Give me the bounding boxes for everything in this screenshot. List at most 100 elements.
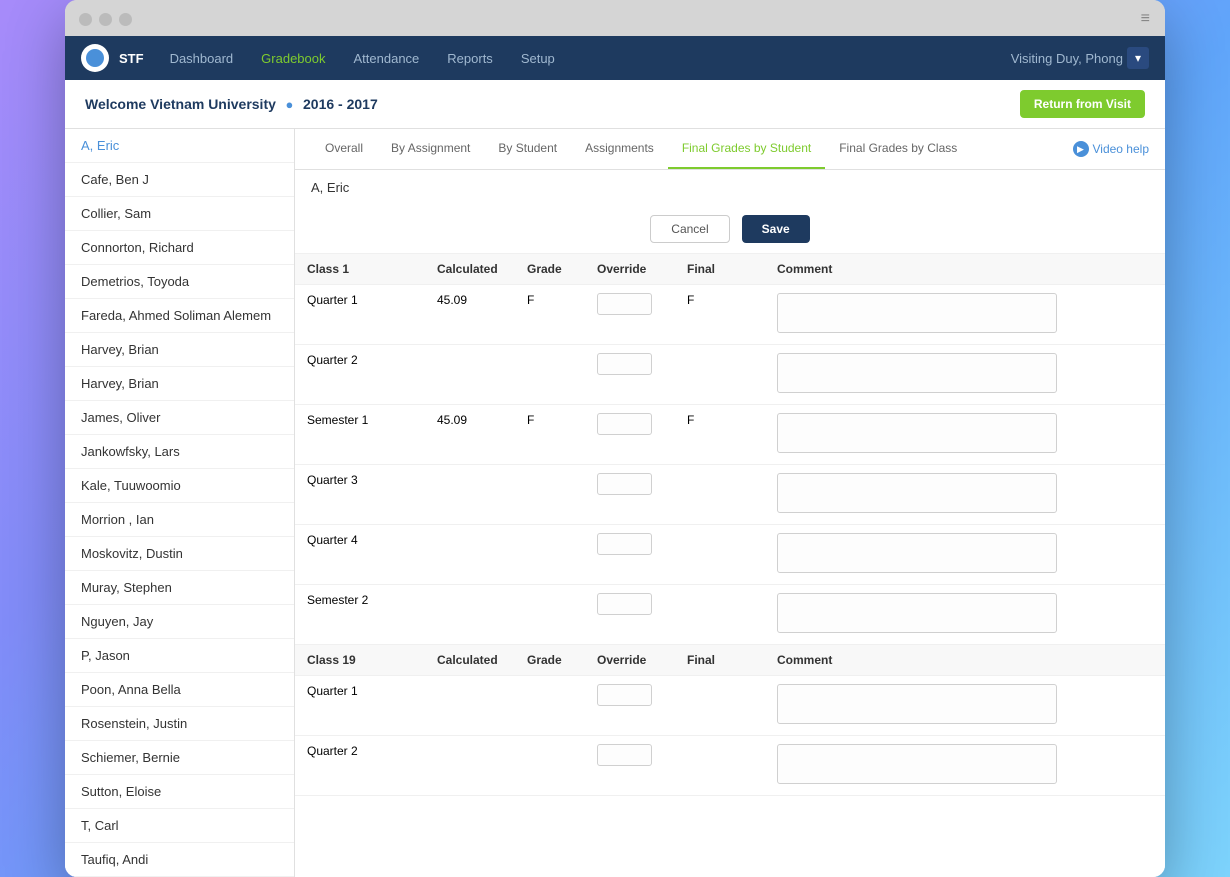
- browser-dots: [79, 13, 132, 26]
- class19-name: Class 19: [295, 645, 425, 676]
- student-item-14[interactable]: Nguyen, Jay: [65, 605, 294, 639]
- student-item-16[interactable]: Poon, Anna Bella: [65, 673, 294, 707]
- browser-dot-green: [119, 13, 132, 26]
- class19-final-q1: [675, 676, 765, 736]
- student-item-17[interactable]: Rosenstein, Justin: [65, 707, 294, 741]
- override-quarter2: [585, 345, 675, 405]
- video-help[interactable]: ▶ Video help: [1073, 141, 1150, 157]
- comment-input-sem1[interactable]: [777, 413, 1057, 453]
- class19-period-q1: Quarter 1: [295, 676, 425, 736]
- grades-table-wrapper: Class 1 Calculated Grade Override Final …: [295, 254, 1165, 877]
- nav-logo-cloud: [86, 49, 104, 67]
- class19-grade-q1: [515, 676, 585, 736]
- student-item-18[interactable]: Schiemer, Bernie: [65, 741, 294, 775]
- comment-quarter3: [765, 465, 1165, 525]
- nav-reports[interactable]: Reports: [435, 36, 505, 80]
- override-quarter1: [585, 285, 675, 345]
- period-quarter4: Quarter 4: [295, 525, 425, 585]
- table-row: Quarter 1 45.09 F F: [295, 285, 1165, 345]
- class19-comment-q1: [765, 676, 1165, 736]
- class19-comment-header: Comment: [765, 645, 1165, 676]
- nav-username: Visiting Duy, Phong: [1011, 51, 1123, 66]
- final-quarter3: [675, 465, 765, 525]
- class1-override-header: Override: [585, 254, 675, 285]
- student-item-10[interactable]: Kale, Tuuwoomio: [65, 469, 294, 503]
- main-content: A, Eric Cafe, Ben J Collier, Sam Connort…: [65, 129, 1165, 877]
- comment-input-quarter1[interactable]: [777, 293, 1057, 333]
- comment-quarter1: [765, 285, 1165, 345]
- student-item-20[interactable]: T, Carl: [65, 809, 294, 843]
- nav-attendance[interactable]: Attendance: [342, 36, 432, 80]
- final-sem1: F: [675, 405, 765, 465]
- nav-setup[interactable]: Setup: [509, 36, 567, 80]
- override-input-class19-q1[interactable]: [597, 684, 652, 706]
- student-item-13[interactable]: Muray, Stephen: [65, 571, 294, 605]
- return-visit-button[interactable]: Return from Visit: [1020, 90, 1145, 118]
- class19-calc-q1: [425, 676, 515, 736]
- cancel-button[interactable]: Cancel: [650, 215, 729, 243]
- override-quarter3: [585, 465, 675, 525]
- comment-quarter2: [765, 345, 1165, 405]
- student-item-12[interactable]: Moskovitz, Dustin: [65, 537, 294, 571]
- comment-input-quarter2[interactable]: [777, 353, 1057, 393]
- student-item-1[interactable]: Cafe, Ben J: [65, 163, 294, 197]
- period-sem1: Semester 1: [295, 405, 425, 465]
- nav-logo: [81, 44, 109, 72]
- comment-input-quarter3[interactable]: [777, 473, 1057, 513]
- grade-quarter1: F: [515, 285, 585, 345]
- table-row: Quarter 2: [295, 736, 1165, 796]
- final-quarter1: F: [675, 285, 765, 345]
- override-input-quarter2[interactable]: [597, 353, 652, 375]
- calc-sem2: [425, 585, 515, 645]
- override-input-quarter4[interactable]: [597, 533, 652, 555]
- nav-user-dropdown[interactable]: ▾: [1127, 47, 1149, 69]
- welcome-bar: Welcome Vietnam University ● 2016 - 2017…: [65, 80, 1165, 129]
- comment-input-class19-q1[interactable]: [777, 684, 1057, 724]
- table-row: Quarter 2: [295, 345, 1165, 405]
- student-item-8[interactable]: James, Oliver: [65, 401, 294, 435]
- comment-input-sem2[interactable]: [777, 593, 1057, 633]
- welcome-info: Welcome Vietnam University ● 2016 - 2017: [85, 96, 378, 112]
- student-item-15[interactable]: P, Jason: [65, 639, 294, 673]
- student-item-11[interactable]: Morrion , Ian: [65, 503, 294, 537]
- override-input-sem1[interactable]: [597, 413, 652, 435]
- student-item-3[interactable]: Connorton, Richard: [65, 231, 294, 265]
- nav-gradebook[interactable]: Gradebook: [249, 36, 337, 80]
- comment-input-class19-q2[interactable]: [777, 744, 1057, 784]
- override-input-class19-q2[interactable]: [597, 744, 652, 766]
- override-input-quarter1[interactable]: [597, 293, 652, 315]
- welcome-text: Welcome Vietnam University: [85, 96, 276, 112]
- override-input-sem2[interactable]: [597, 593, 652, 615]
- nav-dashboard[interactable]: Dashboard: [158, 36, 246, 80]
- comment-quarter4: [765, 525, 1165, 585]
- calc-quarter4: [425, 525, 515, 585]
- browser-dot-yellow: [99, 13, 112, 26]
- tab-by-student[interactable]: By Student: [484, 129, 571, 169]
- override-input-quarter3[interactable]: [597, 473, 652, 495]
- comment-input-quarter4[interactable]: [777, 533, 1057, 573]
- student-item-2[interactable]: Collier, Sam: [65, 197, 294, 231]
- class19-period-q2: Quarter 2: [295, 736, 425, 796]
- student-item-5[interactable]: Fareda, Ahmed Soliman Alemem: [65, 299, 294, 333]
- student-item-6[interactable]: Harvey, Brian: [65, 333, 294, 367]
- student-item-0[interactable]: A, Eric: [65, 129, 294, 163]
- save-button[interactable]: Save: [742, 215, 810, 243]
- tab-overall[interactable]: Overall: [311, 129, 377, 169]
- student-item-21[interactable]: Taufiq, Andi: [65, 843, 294, 877]
- tab-final-grades-student[interactable]: Final Grades by Student: [668, 129, 825, 169]
- student-item-9[interactable]: Jankowfsky, Lars: [65, 435, 294, 469]
- calc-quarter3: [425, 465, 515, 525]
- grade-quarter4: [515, 525, 585, 585]
- tab-assignments[interactable]: Assignments: [571, 129, 668, 169]
- grades-table: Class 1 Calculated Grade Override Final …: [295, 254, 1165, 796]
- student-item-19[interactable]: Sutton, Eloise: [65, 775, 294, 809]
- class19-override-q2: [585, 736, 675, 796]
- browser-menu-icon: ≡: [1141, 10, 1151, 28]
- student-item-4[interactable]: Demetrios, Toyoda: [65, 265, 294, 299]
- period-quarter2: Quarter 2: [295, 345, 425, 405]
- class19-override-header: Override: [585, 645, 675, 676]
- tab-final-grades-class[interactable]: Final Grades by Class: [825, 129, 971, 169]
- override-sem1: [585, 405, 675, 465]
- tab-by-assignment[interactable]: By Assignment: [377, 129, 484, 169]
- student-item-7[interactable]: Harvey, Brian: [65, 367, 294, 401]
